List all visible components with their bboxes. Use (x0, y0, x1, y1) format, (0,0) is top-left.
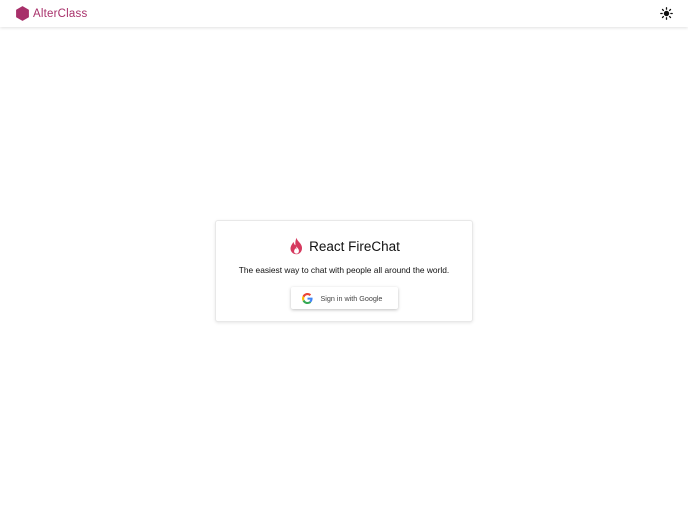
google-icon (301, 292, 313, 304)
brand-name: AlterClass (33, 7, 88, 20)
sun-icon (659, 7, 673, 20)
sign-in-card: React FireChat The easiest way to chat w… (215, 220, 473, 322)
brand[interactable]: AlterClass (15, 6, 87, 21)
sign-in-with-google-button[interactable]: Sign in with Google (290, 287, 398, 309)
top-header: AlterClass (0, 0, 688, 27)
card-title: React FireChat (309, 238, 400, 254)
flame-icon (290, 237, 303, 255)
card-subtitle: The easiest way to chat with people all … (238, 265, 450, 275)
google-button-label: Sign in with Google (320, 293, 383, 303)
card-title-row: React FireChat (288, 237, 400, 255)
theme-toggle-button[interactable] (659, 7, 673, 21)
hexagon-logo-icon (16, 6, 29, 21)
